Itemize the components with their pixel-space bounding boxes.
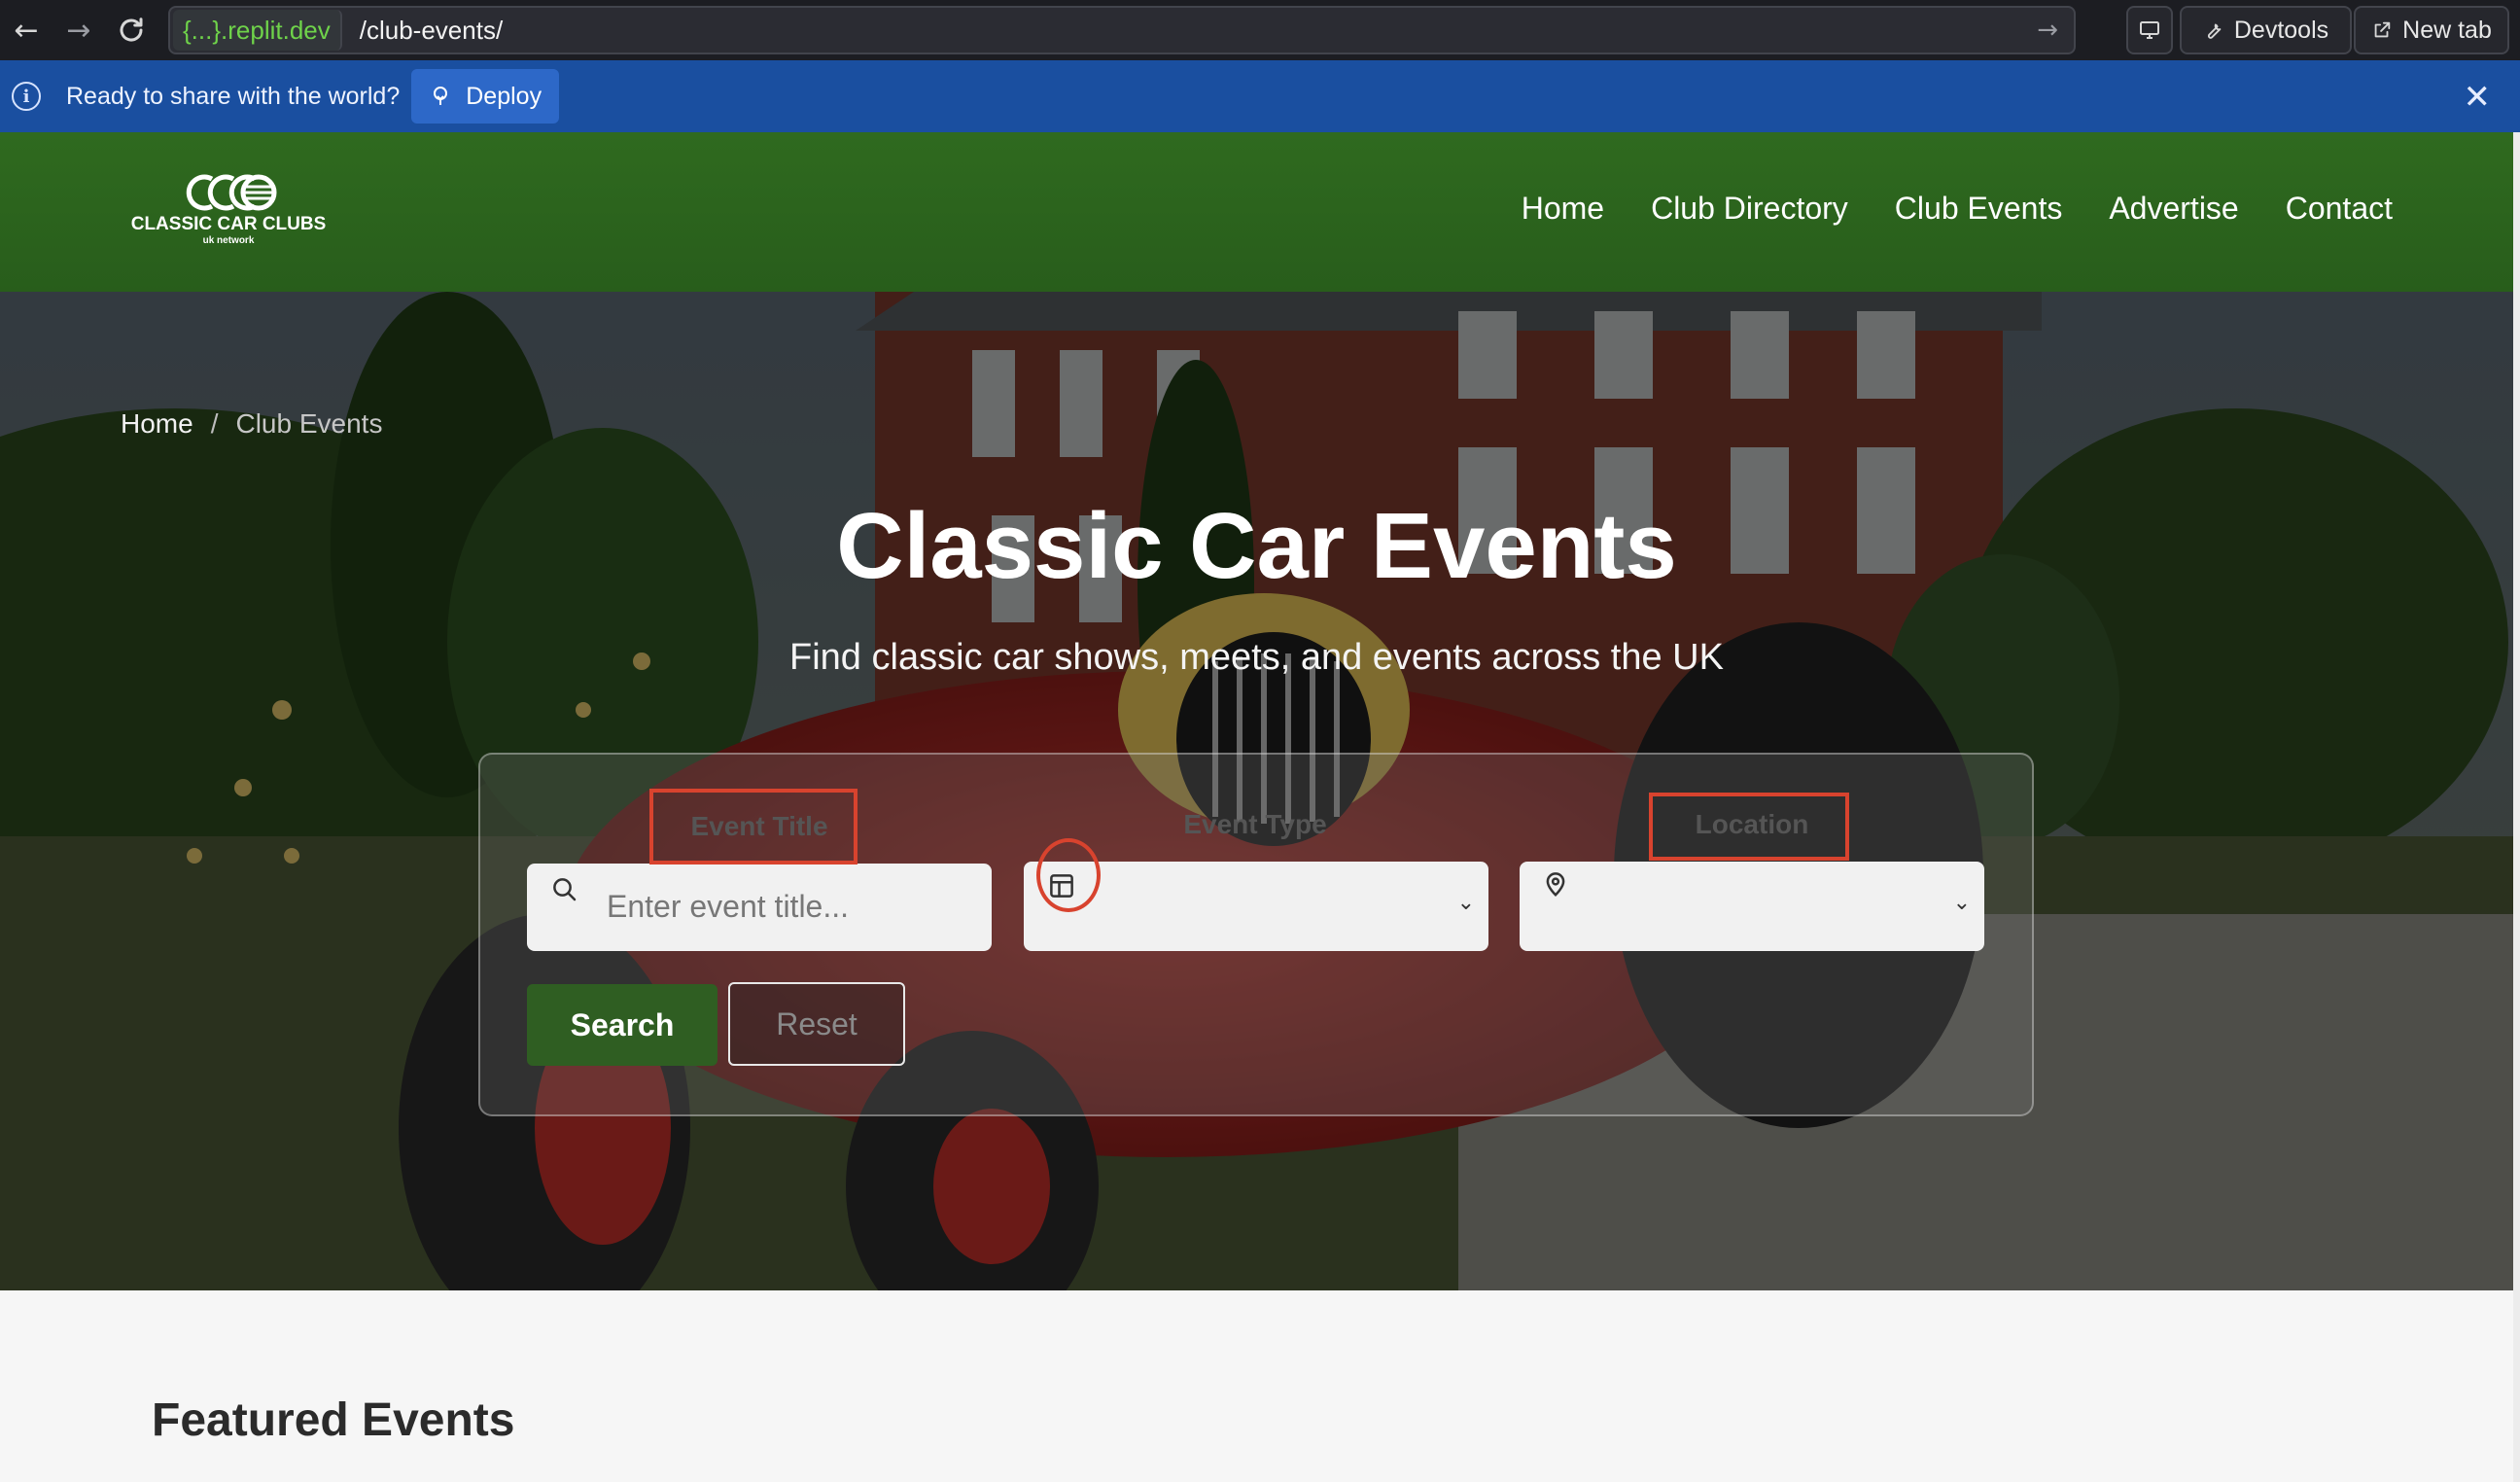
url-path: /club-events/ (359, 15, 504, 45)
search-icon (553, 878, 577, 901)
new-tab-button[interactable]: New tab (2354, 6, 2509, 54)
forward-button[interactable]: → (52, 0, 105, 60)
map-pin-icon (1546, 872, 1565, 897)
nav-club-directory[interactable]: Club Directory (1651, 191, 1848, 227)
devtools-label: Devtools (2233, 16, 2329, 44)
info-icon: i (12, 82, 41, 111)
site-logo[interactable]: CLASSIC CAR CLUBS uk network (126, 171, 331, 259)
wrench-icon (2207, 23, 2222, 39)
reload-button[interactable] (105, 0, 158, 60)
arrow-right-icon: → (66, 13, 91, 48)
page-scrollbar[interactable] (2513, 132, 2520, 1482)
deploy-label: Deploy (466, 82, 542, 110)
nav-advertise[interactable]: Advertise (2109, 191, 2238, 227)
logo-subtitle: uk network (202, 235, 255, 246)
annotation-circle-event-type-icon (1036, 838, 1101, 912)
nav-club-events[interactable]: Club Events (1895, 191, 2063, 227)
site-header: CLASSIC CAR CLUBS uk network Home Club D… (0, 132, 2513, 292)
main-nav: Home Club Directory Club Events Advertis… (1522, 191, 2393, 227)
devtools-button[interactable]: Devtools (2180, 6, 2352, 54)
breadcrumb-current: Club Events (235, 408, 383, 439)
annotation-box-event-title (649, 789, 858, 864)
chevron-down-icon: ⌄ (1952, 891, 1971, 915)
new-tab-label: New tab (2402, 16, 2492, 44)
close-icon[interactable]: ✕ (2464, 78, 2492, 117)
arrow-left-icon: ← (14, 13, 39, 48)
location-select[interactable]: ⌄ (1520, 862, 1984, 951)
event-type-label: Event Type (1183, 809, 1327, 839)
back-button[interactable]: ← (0, 0, 52, 60)
chevron-down-icon: ⌄ (1456, 891, 1475, 915)
banner-message: Ready to share with the world? (66, 82, 401, 110)
go-arrow-icon[interactable]: → (2037, 16, 2058, 45)
breadcrumb: Home / Club Events (121, 408, 382, 440)
address-bar[interactable]: {...}.replit.dev /club-events/ → (168, 6, 2076, 54)
nav-contact[interactable]: Contact (2286, 191, 2393, 227)
nav-home[interactable]: Home (1522, 191, 1604, 227)
breadcrumb-separator: / (210, 408, 219, 439)
external-link-icon (2374, 21, 2391, 38)
browser-toolbar: ← → {...}.replit.dev /club-events/ → Dev… (0, 0, 2520, 60)
search-button[interactable]: Search (527, 984, 718, 1066)
event-title-input[interactable]: Enter event title... (527, 864, 992, 951)
url-host: {...}.replit.dev (173, 10, 342, 51)
breadcrumb-home[interactable]: Home (121, 408, 193, 440)
logo-title: CLASSIC CAR CLUBS (130, 214, 327, 234)
deploy-button[interactable]: Deploy (411, 69, 560, 124)
reset-button[interactable]: Reset (728, 982, 905, 1066)
page-subtitle: Find classic car shows, meets, and event… (789, 637, 1724, 678)
reload-icon (120, 18, 143, 42)
event-title-placeholder: Enter event title... (607, 889, 850, 924)
page-title: Classic Car Events (836, 494, 1677, 598)
annotation-box-location (1649, 793, 1849, 861)
device-preview-button[interactable] (2126, 6, 2173, 54)
featured-events-heading: Featured Events (152, 1394, 515, 1446)
logo-rings-icon (186, 174, 277, 211)
deploy-icon (434, 87, 448, 105)
deploy-banner: i Ready to share with the world? Deploy … (0, 60, 2520, 132)
monitor-icon (2140, 21, 2159, 39)
